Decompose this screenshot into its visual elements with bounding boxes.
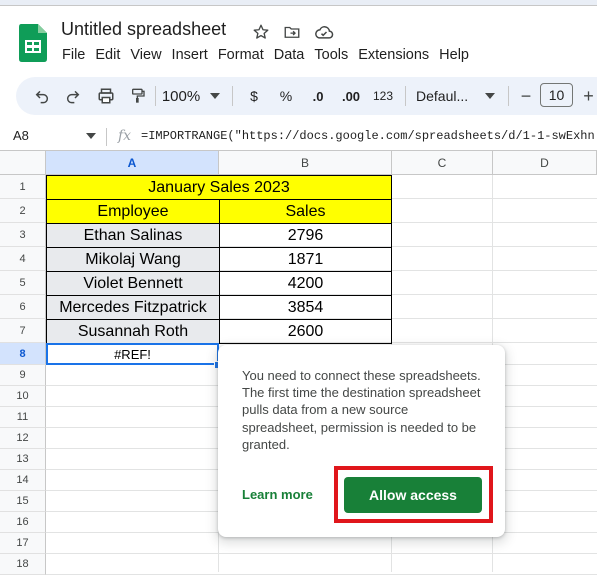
menu-tools[interactable]: Tools [309, 47, 353, 67]
row-header-16[interactable]: 16 [0, 512, 46, 533]
fx-icon: fx [118, 128, 132, 144]
font-name: Defaul... [416, 88, 469, 104]
row-header-10[interactable]: 10 [0, 386, 46, 407]
formula-divider [106, 128, 107, 146]
font-select[interactable]: Defaul... [416, 77, 476, 115]
undo-icon[interactable] [30, 77, 54, 115]
menu-format[interactable]: Format [213, 47, 269, 67]
percent-button[interactable]: % [276, 77, 296, 115]
menu-view[interactable]: View [125, 47, 166, 67]
toolbar-divider [405, 86, 406, 106]
cloud-saved-icon[interactable] [314, 22, 334, 42]
redo-icon[interactable] [61, 77, 85, 115]
employee-cell[interactable]: Ethan Salinas [46, 223, 220, 248]
print-icon[interactable] [94, 77, 118, 115]
sales-cell[interactable]: 3854 [219, 295, 392, 320]
row-header-15[interactable]: 15 [0, 491, 46, 512]
currency-button[interactable]: $ [244, 77, 264, 115]
menu-data[interactable]: Data [269, 47, 310, 67]
learn-more-link[interactable]: Learn more [242, 487, 313, 502]
row-header-14[interactable]: 14 [0, 470, 46, 491]
selected-cell-a8[interactable]: #REF! [46, 343, 219, 365]
column-header-b[interactable]: B [219, 151, 392, 175]
font-size-increase-button[interactable]: + [580, 77, 597, 115]
zoom-select[interactable]: 100% [161, 77, 201, 115]
popup-message: You need to connect these spreadsheets. … [242, 368, 481, 452]
row-header-17[interactable]: 17 [0, 533, 46, 554]
menu-bar: File Edit View Insert Format Data Tools … [62, 47, 474, 67]
row-header-9[interactable]: 9 [0, 365, 46, 386]
font-size-decrease-button[interactable]: − [517, 77, 535, 115]
name-box[interactable]: A8 [13, 128, 29, 143]
header-cell-sales[interactable]: Sales [219, 199, 392, 224]
row-header-13[interactable]: 13 [0, 449, 46, 470]
number-format-button[interactable]: 123 [371, 77, 395, 115]
sheet-title-cell[interactable]: January Sales 2023 [46, 175, 392, 200]
employee-cell[interactable]: Mercedes Fitzpatrick [46, 295, 220, 320]
row-header-12[interactable]: 12 [0, 428, 46, 449]
sales-cell[interactable]: 2600 [219, 319, 392, 344]
row-header-11[interactable]: 11 [0, 407, 46, 428]
font-size-input[interactable]: 10 [540, 83, 573, 107]
formula-input[interactable]: =IMPORTRANGE("https://docs.google.com/sp… [141, 129, 597, 143]
paint-format-icon[interactable] [126, 77, 150, 115]
row-header-8[interactable]: 8 [0, 343, 46, 365]
move-folder-icon[interactable] [282, 22, 302, 42]
row-header-2[interactable]: 2 [0, 199, 46, 223]
row-header-3[interactable]: 3 [0, 223, 46, 247]
header-cell-employee[interactable]: Employee [46, 199, 220, 224]
sales-cell[interactable]: 1871 [219, 247, 392, 272]
row-header-7[interactable]: 7 [0, 319, 46, 343]
employee-cell[interactable]: Mikolaj Wang [46, 247, 220, 272]
menu-edit[interactable]: Edit [90, 47, 125, 67]
toolbar-divider [508, 86, 509, 106]
menu-extensions[interactable]: Extensions [353, 47, 434, 67]
menu-file[interactable]: File [62, 47, 90, 67]
row-header-4[interactable]: 4 [0, 247, 46, 271]
chevron-down-icon[interactable] [86, 133, 96, 139]
row-header-6[interactable]: 6 [0, 295, 46, 319]
sheets-logo-icon[interactable] [19, 24, 47, 62]
sales-cell[interactable]: 2796 [219, 223, 392, 248]
menu-insert[interactable]: Insert [167, 47, 213, 67]
sales-cell[interactable]: 4200 [219, 271, 392, 296]
row-header-5[interactable]: 5 [0, 271, 46, 295]
grid-row-line [46, 553, 597, 554]
highlight-box [334, 466, 493, 523]
toolbar-divider [232, 86, 233, 106]
row-header-1[interactable]: 1 [0, 175, 46, 199]
chevron-down-icon[interactable] [483, 77, 497, 115]
toolbar-divider [155, 86, 156, 106]
employee-cell[interactable]: Susannah Roth [46, 319, 220, 344]
select-all-corner[interactable] [0, 151, 46, 175]
decrease-decimal-button[interactable]: .0 [306, 77, 330, 115]
menu-help[interactable]: Help [434, 47, 474, 67]
chevron-down-icon[interactable] [208, 77, 222, 115]
star-icon[interactable] [251, 22, 271, 42]
employee-cell[interactable]: Violet Bennett [46, 271, 220, 296]
column-header-a[interactable]: A [46, 151, 219, 175]
increase-decimal-button[interactable]: .00 [337, 77, 365, 115]
column-header-c[interactable]: C [392, 151, 493, 175]
zoom-value: 100% [161, 87, 201, 105]
browser-top-edge [0, 0, 597, 6]
column-header-d[interactable]: D [493, 151, 597, 175]
document-title[interactable]: Untitled spreadsheet [61, 19, 226, 40]
